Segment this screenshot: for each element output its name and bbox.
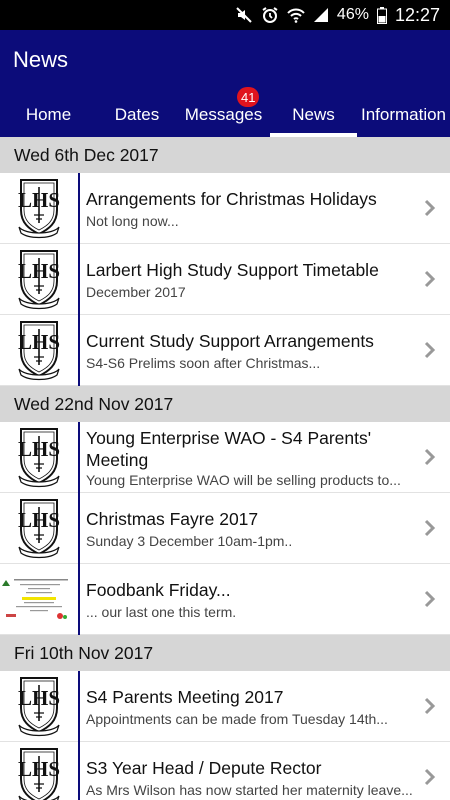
page-title: News [13,47,69,72]
status-bar: 46% 12:27 [0,0,450,30]
unread-badge: 41 [237,87,260,107]
tab-information[interactable]: Information [357,93,450,137]
school-crest-icon: LHS [0,670,80,742]
news-item-title: Christmas Fayre 2017 [86,508,259,529]
clock-time: 12:27 [394,4,440,25]
mute-icon [235,6,253,24]
news-item-subtitle: Not long now... [86,212,179,229]
news-item[interactable]: LHS Arrangements for Christmas Holidays … [0,172,450,244]
news-item-subtitle: As Mrs Wilson has now started her matern… [86,781,413,798]
chevron-right-icon [424,519,436,542]
news-item-subtitle: Sunday 3 December 10am-1pm.. [86,532,293,549]
news-item[interactable]: LHS Current Study Support Arrangements S… [0,314,450,386]
news-item-title: Foodbank Friday... [86,579,231,600]
news-item-title: Young Enterprise WAO - S4 Parents' Meeti… [86,427,372,470]
school-crest-icon: LHS [0,741,80,800]
news-item[interactable]: LHS Christmas Fayre 2017 Sunday 3 Decemb… [0,492,450,564]
signal-icon [313,7,329,23]
date-section-header: Fri 10th Nov 2017 [0,635,450,671]
news-item-subtitle: Appointments can be made from Tuesday 14… [86,710,388,727]
chevron-right-icon [424,697,436,720]
date-section-header: Wed 22nd Nov 2017 [0,386,450,422]
news-item-subtitle: December 2017 [86,283,186,300]
chevron-right-icon [424,341,436,364]
news-item[interactable]: LHS S4 Parents Meeting 2017 Appointments… [0,670,450,742]
news-item[interactable]: LHS Young Enterprise WAO - S4 Parents' M… [0,421,450,493]
news-item-title: Arrangements for Christmas Holidays [86,188,377,209]
chevron-right-icon [424,768,436,791]
news-item[interactable]: LHS S3 Year Head / Depute Rector As Mrs … [0,741,450,800]
app-header: News Home Dates Messages 41 News Informa… [0,30,450,137]
school-crest-icon: LHS [0,243,80,315]
chevron-right-icon [424,590,436,613]
chevron-right-icon [424,199,436,222]
wifi-icon [287,7,305,23]
news-item[interactable]: LHS Larbert High Study Support Timetable… [0,243,450,315]
tab-news[interactable]: News [270,93,357,137]
news-item-title: Larbert High Study Support Timetable [86,259,379,280]
news-item-title: S3 Year Head / Depute Rector [86,757,322,778]
tab-messages[interactable]: Messages 41 [177,87,270,137]
school-crest-icon: LHS [0,421,80,493]
news-item-subtitle: Young Enterprise WAO will be selling pro… [86,471,401,488]
date-section-header: Wed 6th Dec 2017 [0,137,450,173]
news-item-subtitle: S4-S6 Prelims soon after Christmas... [86,354,321,371]
tab-home[interactable]: Home [0,93,97,137]
tab-bar: Home Dates Messages 41 News Information [0,87,450,137]
poster-thumbnail-icon [0,563,80,635]
tab-dates[interactable]: Dates [97,93,177,137]
battery-icon [376,6,387,24]
school-crest-icon: LHS [0,172,80,244]
news-item-subtitle: ... our last one this term. [86,603,237,620]
battery-percent: 46% [336,6,369,23]
school-crest-icon: LHS [0,314,80,386]
alarm-icon [261,6,279,24]
news-list[interactable]: Wed 6th Dec 2017 LHS Arrangements for Ch… [0,137,450,800]
news-item[interactable]: Foodbank Friday... ... our last one this… [0,563,450,635]
news-item-title: Current Study Support Arrangements [86,330,374,351]
school-crest-icon: LHS [0,492,80,564]
news-item-title: S4 Parents Meeting 2017 [86,686,284,707]
chevron-right-icon [424,448,436,471]
chevron-right-icon [424,270,436,293]
